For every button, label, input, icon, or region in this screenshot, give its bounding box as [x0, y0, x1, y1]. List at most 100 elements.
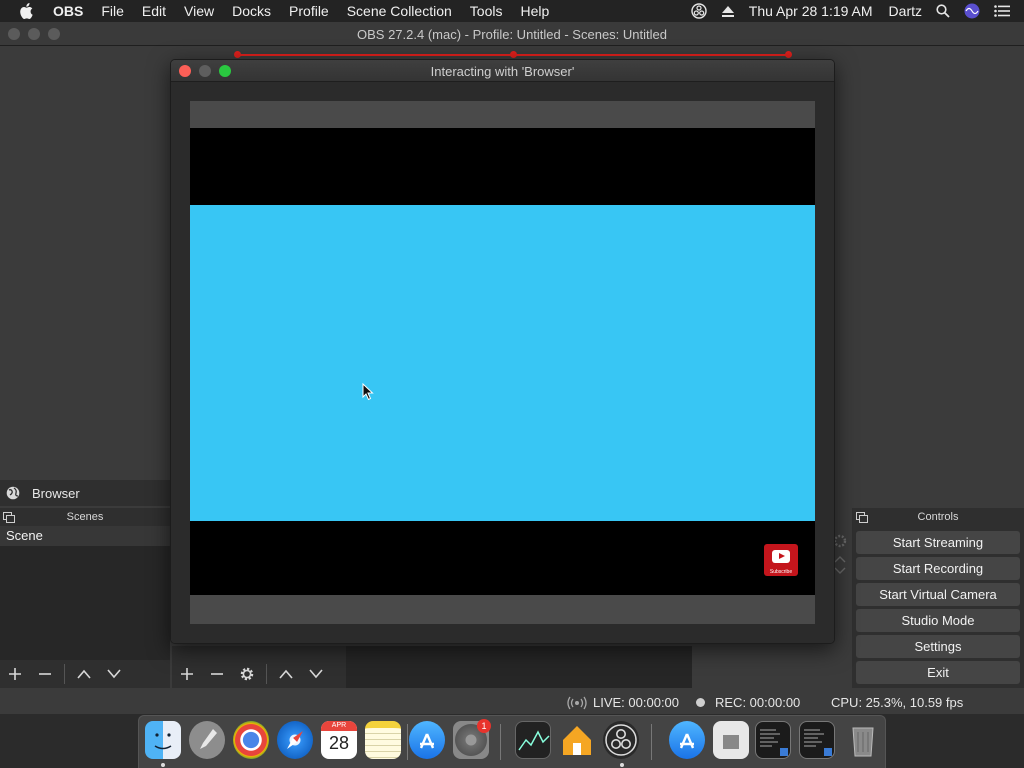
controls-dock-header[interactable]: Controls — [852, 508, 1024, 526]
home-icon[interactable] — [559, 721, 595, 759]
exit-button[interactable]: Exit — [856, 661, 1020, 684]
apple-menu-icon[interactable] — [19, 3, 37, 19]
menu-clock[interactable]: Thu Apr 28 1:19 AM — [749, 3, 873, 19]
menu-docks[interactable]: Docks — [232, 3, 271, 19]
subscribe-label: Subscribe — [769, 569, 793, 575]
rec-timer: REC: 00:00:00 — [715, 695, 801, 710]
live-status: LIVE: 00:00:00 — [567, 695, 679, 710]
selected-source-label: Browser — [32, 485, 80, 501]
broadcast-icon — [567, 696, 587, 710]
menu-tools[interactable]: Tools — [470, 3, 503, 19]
spotlight-search-icon[interactable] — [936, 4, 950, 18]
start-recording-button[interactable]: Start Recording — [856, 557, 1020, 580]
interact-browser-window[interactable]: Interacting with 'Browser' Subscribe — [170, 59, 835, 644]
screenshot-thumbnail-2[interactable] — [799, 721, 835, 759]
toolbar-separator — [64, 664, 65, 684]
remove-scene-button[interactable] — [30, 660, 60, 688]
play-icon — [772, 550, 790, 563]
selected-source-row[interactable]: Browser — [0, 480, 170, 506]
controls-panel: Start Streaming Start Recording Start Vi… — [852, 526, 1024, 688]
start-virtual-camera-button[interactable]: Start Virtual Camera — [856, 583, 1020, 606]
calendar-month: APR — [321, 721, 357, 731]
move-scene-up-button[interactable] — [69, 660, 99, 688]
dock-separator — [407, 724, 408, 760]
selection-handle-left[interactable] — [234, 51, 241, 58]
macos-dock: APR 28 1 — [138, 715, 886, 768]
scenes-dock-header[interactable]: Scenes — [0, 508, 170, 526]
obs-running-dot — [620, 763, 624, 767]
interact-window-title: Interacting with 'Browser' — [430, 64, 575, 79]
record-dot-icon — [696, 698, 705, 707]
youtube-subscribe-icon[interactable]: Subscribe — [764, 544, 798, 576]
notification-center-icon[interactable] — [994, 5, 1010, 17]
globe-icon — [6, 486, 20, 500]
screenshot-thumbnail-1[interactable] — [755, 721, 791, 759]
blue-content-area[interactable] — [190, 205, 815, 521]
calendar-day: 28 — [328, 733, 350, 753]
bottom-black-band — [190, 521, 815, 595]
calendar-icon[interactable]: APR 28 — [321, 721, 357, 759]
scenes-list: Scene — [0, 526, 170, 660]
dock-separator — [651, 724, 652, 760]
start-streaming-button[interactable]: Start Streaming — [856, 531, 1020, 554]
safari-icon[interactable] — [277, 721, 313, 759]
toolbar-separator — [266, 664, 267, 684]
browser-source-view[interactable]: Subscribe — [190, 101, 815, 624]
menu-scene-collection[interactable]: Scene Collection — [347, 3, 452, 19]
obs-window-titlebar[interactable]: OBS 27.2.4 (mac) - Profile: Untitled - S… — [0, 22, 1024, 46]
launchpad-icon[interactable] — [189, 721, 225, 759]
live-timer: LIVE: 00:00:00 — [593, 695, 680, 710]
add-source-button[interactable] — [172, 660, 202, 688]
remove-source-button[interactable] — [202, 660, 232, 688]
interact-window-body: Subscribe — [171, 82, 834, 643]
menu-profile[interactable]: Profile — [289, 3, 329, 19]
obs-dock-icon[interactable] — [603, 721, 639, 759]
menu-bar: OBS File Edit View Docks Profile Scene C… — [0, 0, 1024, 22]
mixer-area — [346, 646, 692, 688]
cpu-status: CPU: 25.3%, 10.59 fps — [831, 695, 964, 710]
status-bar: LIVE: 00:00:00 REC: 00:00:00 CPU: 25.3%,… — [0, 690, 1024, 714]
menu-edit[interactable]: Edit — [142, 3, 166, 19]
menu-app-obs[interactable]: OBS — [53, 3, 83, 19]
move-source-up-button[interactable] — [271, 660, 301, 688]
finder-icon[interactable] — [145, 721, 181, 759]
menu-view[interactable]: View — [184, 3, 214, 19]
menu-extras: Thu Apr 28 1:19 AM Dartz — [691, 0, 1024, 22]
stocks-icon[interactable] — [515, 721, 551, 759]
dock-separator — [500, 724, 501, 760]
chrome-icon[interactable] — [233, 721, 269, 759]
menu-user-name[interactable]: Dartz — [889, 3, 922, 19]
system-preferences-badge: 1 — [477, 719, 491, 733]
eject-icon[interactable] — [721, 5, 735, 18]
finder-running-dot — [161, 763, 165, 767]
selection-handle-mid[interactable] — [510, 51, 517, 58]
menu-file[interactable]: File — [101, 3, 124, 19]
obs-status-icon[interactable] — [691, 3, 707, 19]
rec-status: REC: 00:00:00 — [696, 695, 800, 710]
source-properties-gear-icon[interactable] — [232, 660, 262, 688]
scene-list-item[interactable]: Scene — [0, 526, 170, 546]
move-source-down-button[interactable] — [301, 660, 331, 688]
mouse-cursor-icon — [362, 382, 374, 406]
siri-icon[interactable] — [964, 3, 980, 19]
controls-dock-title: Controls — [917, 511, 959, 523]
menu-help[interactable]: Help — [520, 3, 549, 19]
move-scene-down-button[interactable] — [99, 660, 129, 688]
studio-mode-button[interactable]: Studio Mode — [856, 609, 1020, 632]
top-black-band — [190, 128, 815, 205]
dock-float-icon[interactable] — [3, 511, 15, 523]
app-store-download-icon[interactable] — [669, 721, 705, 759]
dock-float-icon[interactable] — [856, 511, 868, 523]
app-store-icon[interactable] — [409, 721, 445, 759]
scenes-toolbar — [0, 660, 170, 688]
document-icon[interactable] — [713, 721, 749, 759]
interact-window-titlebar[interactable]: Interacting with 'Browser' — [171, 60, 834, 82]
sources-toolbar — [172, 660, 346, 688]
selection-handle-right[interactable] — [785, 51, 792, 58]
settings-button[interactable]: Settings — [856, 635, 1020, 658]
scenes-dock-title: Scenes — [66, 511, 104, 523]
notes-icon[interactable] — [365, 721, 401, 759]
obs-window-title: OBS 27.2.4 (mac) - Profile: Untitled - S… — [357, 27, 667, 42]
trash-icon[interactable] — [845, 721, 881, 759]
add-scene-button[interactable] — [0, 660, 30, 688]
